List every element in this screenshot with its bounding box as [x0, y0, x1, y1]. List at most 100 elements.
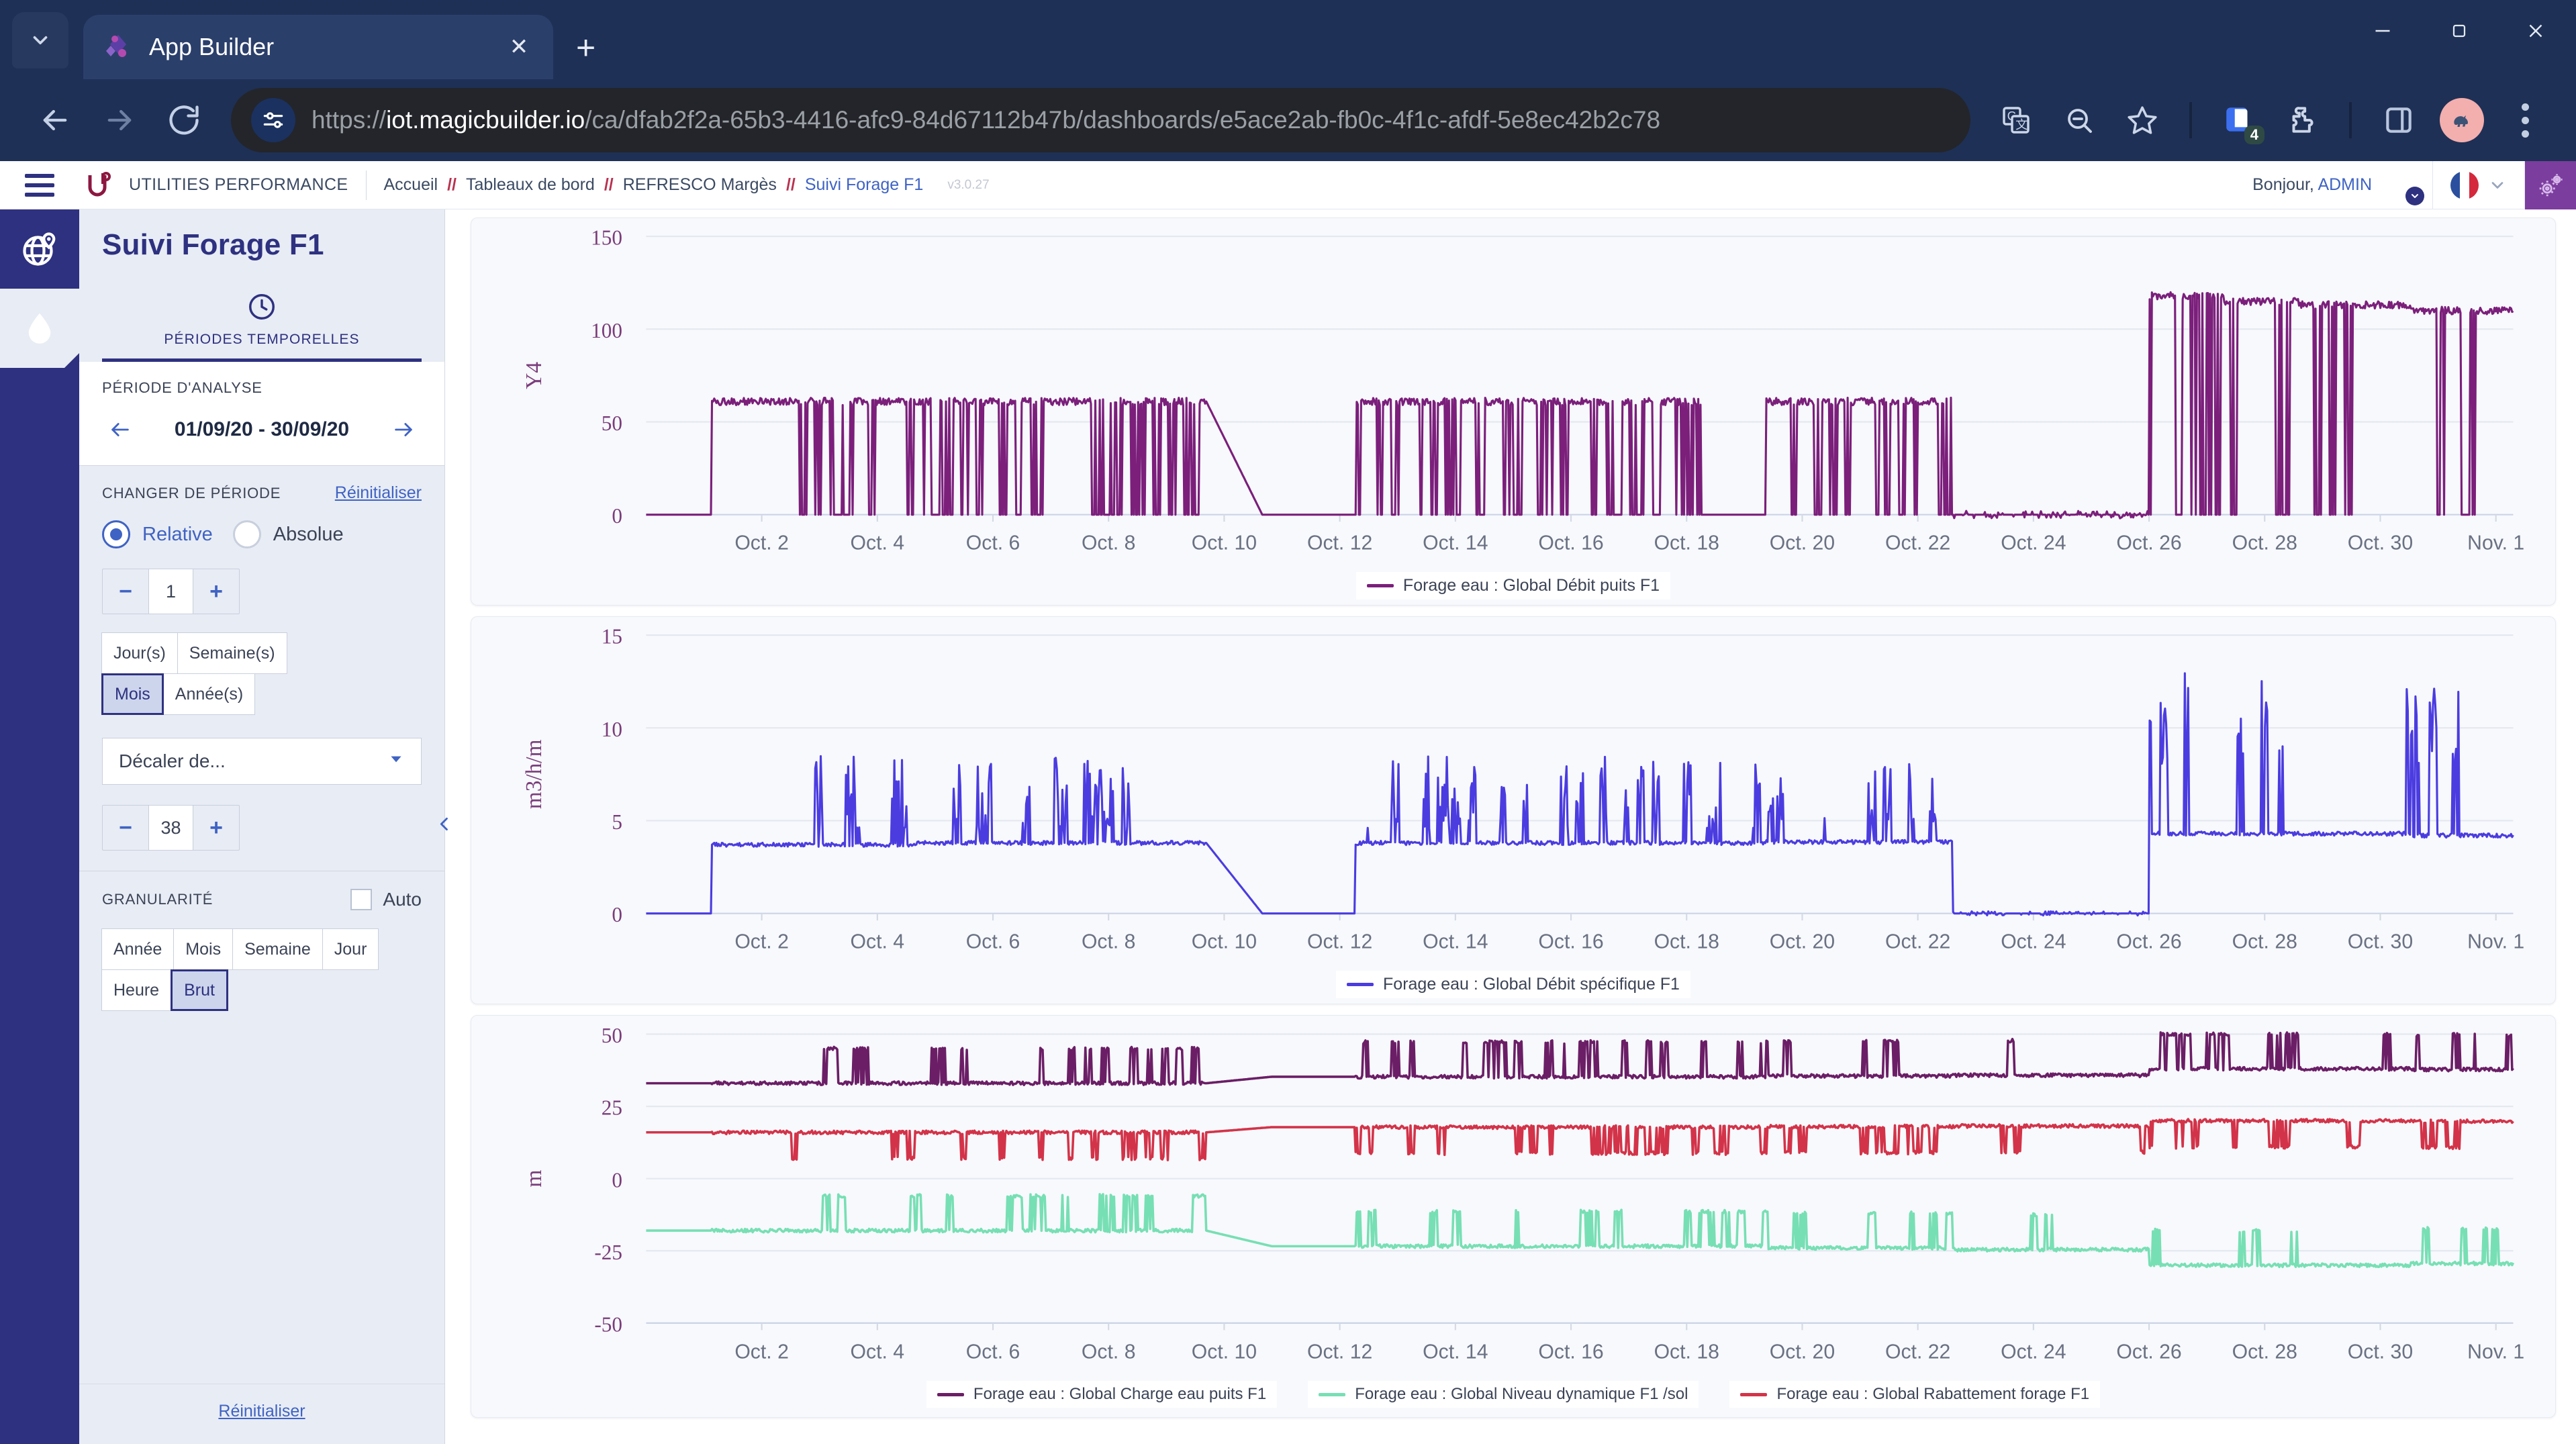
icon-rail: [0, 209, 79, 1444]
granularity-mois[interactable]: Mois: [173, 928, 233, 970]
legend-label: Forage eau : Global Rabattement forage F…: [1776, 1385, 2089, 1404]
granularity-auto-checkbox[interactable]: Auto: [350, 889, 422, 910]
reading-list-icon[interactable]: 4: [2211, 92, 2267, 148]
period-count-decrement[interactable]: −: [103, 569, 148, 614]
checkbox-label: Auto: [383, 889, 422, 910]
breadcrumb-item-suivi-forage-f1[interactable]: Suivi Forage F1: [805, 175, 923, 195]
shift-select[interactable]: Décaler de...: [102, 738, 422, 785]
chart-plot-2[interactable]: 051015m3/h/mOct. 2Oct. 4Oct. 6Oct. 8Oct.…: [471, 617, 2555, 967]
legend-swatch: [1319, 1393, 1345, 1396]
breadcrumb-item-accueil[interactable]: Accueil: [384, 175, 438, 195]
main-menu-button[interactable]: [0, 161, 79, 209]
profile-avatar[interactable]: [2434, 92, 2490, 148]
granularity-annee[interactable]: Année: [101, 928, 174, 970]
next-period-button[interactable]: [385, 414, 422, 445]
address-bar[interactable]: https://iot.magicbuilder.io/ca/dfab2f2a-…: [231, 88, 1970, 152]
app-builder-favicon-icon: [102, 32, 132, 62]
legend-item[interactable]: Forage eau : Global Charge eau puits F1: [926, 1381, 1277, 1408]
extensions-puzzle-icon[interactable]: [2274, 92, 2330, 148]
chart-plot-3[interactable]: -50-2502550mOct. 2Oct. 4Oct. 6Oct. 8Oct.…: [471, 1016, 2555, 1377]
svg-text:-50: -50: [594, 1312, 622, 1336]
svg-text:Oct. 8: Oct. 8: [1082, 1340, 1136, 1363]
settings-button[interactable]: [2525, 161, 2576, 209]
back-button[interactable]: [23, 88, 87, 152]
svg-text:Oct. 4: Oct. 4: [851, 1340, 905, 1363]
shift-count-value[interactable]: 38: [148, 806, 193, 850]
legend-swatch: [937, 1393, 964, 1396]
user-menu[interactable]: Bonjour, ADMIN: [2252, 161, 2432, 209]
radio-absolue[interactable]: Absolue: [233, 520, 344, 548]
granularity-semaine[interactable]: Semaine: [232, 928, 323, 970]
svg-text:Oct. 24: Oct. 24: [2001, 931, 2066, 953]
hamburger-menu-icon: [25, 174, 54, 197]
svg-text:0: 0: [612, 504, 622, 528]
svg-text:Oct. 6: Oct. 6: [966, 1340, 1020, 1363]
legend-item[interactable]: Forage eau : Global Débit puits F1: [1356, 572, 1670, 599]
radio-relative[interactable]: Relative: [102, 520, 213, 548]
granularity-jour[interactable]: Jour: [322, 928, 379, 970]
tab-search-dropdown-button[interactable]: [12, 12, 68, 68]
svg-text:150: 150: [591, 226, 622, 250]
granularity-heure[interactable]: Heure: [101, 969, 171, 1011]
legend-item[interactable]: Forage eau : Global Rabattement forage F…: [1729, 1381, 2100, 1408]
language-selector[interactable]: [2432, 161, 2525, 209]
site-settings-icon[interactable]: [251, 98, 295, 142]
svg-text:Oct. 18: Oct. 18: [1654, 1340, 1719, 1363]
close-tab-icon[interactable]: ✕: [504, 34, 534, 60]
svg-text:Oct. 16: Oct. 16: [1538, 931, 1603, 953]
legend-item[interactable]: Forage eau : Global Débit spécifique F1: [1336, 971, 1690, 998]
side-panel-icon[interactable]: [2371, 92, 2427, 148]
collapse-panel-handle[interactable]: [435, 808, 454, 845]
svg-text:10: 10: [602, 718, 622, 741]
period-count-value[interactable]: 1: [148, 569, 193, 614]
panel-header: Suivi Forage F1 PÉRIODES TEMPORELLES: [79, 209, 444, 362]
chart-plot-1[interactable]: 050100150Y4Oct. 2Oct. 4Oct. 6Oct. 8Oct. …: [471, 218, 2555, 568]
avatar[interactable]: [2383, 166, 2420, 204]
tab-strip: App Builder ✕ +: [0, 0, 2576, 79]
legend-label: Forage eau : Global Charge eau puits F1: [973, 1385, 1266, 1404]
browser-menu-icon[interactable]: [2497, 92, 2553, 148]
tab-periodes-temporelles[interactable]: PÉRIODES TEMPORELLES: [102, 291, 422, 362]
forward-button[interactable]: [87, 88, 152, 152]
svg-text:Oct. 4: Oct. 4: [851, 532, 905, 555]
reset-period-link[interactable]: Réinitialiser: [335, 483, 422, 503]
reload-button[interactable]: [152, 88, 216, 152]
rail-item-sites[interactable]: [0, 209, 79, 289]
bookmark-star-icon[interactable]: [2114, 92, 2170, 148]
minimize-window-icon[interactable]: [2369, 19, 2396, 48]
period-count-stepper: − 1 +: [102, 569, 240, 614]
shift-count-decrement[interactable]: −: [103, 806, 148, 850]
rail-item-water[interactable]: [0, 289, 79, 368]
close-window-icon[interactable]: [2522, 19, 2549, 48]
svg-text:Oct. 30: Oct. 30: [2348, 931, 2413, 953]
svg-text:Oct. 10: Oct. 10: [1192, 1340, 1257, 1363]
breadcrumb-item-refresco-marges[interactable]: REFRESCO Margès: [623, 175, 777, 195]
period-unit-mois[interactable]: Mois: [101, 673, 164, 715]
maximize-window-icon[interactable]: [2446, 20, 2473, 47]
breadcrumb: Accueil // Tableaux de bord // REFRESCO …: [384, 175, 990, 195]
svg-text:Oct. 12: Oct. 12: [1307, 532, 1372, 555]
period-unit-semaines[interactable]: Semaine(s): [177, 632, 287, 674]
legend-item[interactable]: Forage eau : Global Niveau dynamique F1 …: [1308, 1381, 1699, 1408]
granularity-label: GRANULARITÉ: [102, 891, 213, 908]
shift-select-value: Décaler de...: [119, 751, 226, 772]
zoom-out-icon[interactable]: [2051, 92, 2107, 148]
svg-text:50: 50: [602, 412, 622, 435]
breadcrumb-separator: //: [786, 175, 796, 195]
previous-period-button[interactable]: [102, 414, 138, 445]
svg-text:Oct. 18: Oct. 18: [1654, 532, 1719, 555]
browser-tab[interactable]: App Builder ✕: [83, 15, 553, 79]
granularity-brut[interactable]: Brut: [171, 969, 228, 1011]
period-count-increment[interactable]: +: [193, 569, 239, 614]
page-viewport: UTILITIES PERFORMANCE Accueil // Tableau…: [0, 161, 2576, 1444]
shift-count-increment[interactable]: +: [193, 806, 239, 850]
period-unit-jours[interactable]: Jour(s): [101, 632, 178, 674]
window-controls: [2369, 19, 2549, 48]
footer-reset-link[interactable]: Réinitialiser: [218, 1402, 305, 1421]
new-tab-button[interactable]: +: [576, 31, 595, 64]
svg-text:Oct. 10: Oct. 10: [1192, 931, 1257, 953]
breadcrumb-item-tableaux-de-bord[interactable]: Tableaux de bord: [466, 175, 595, 195]
translate-icon[interactable]: G 文: [1988, 92, 2044, 148]
toolbar-divider: [2189, 102, 2192, 138]
period-unit-annees[interactable]: Année(s): [163, 673, 255, 715]
